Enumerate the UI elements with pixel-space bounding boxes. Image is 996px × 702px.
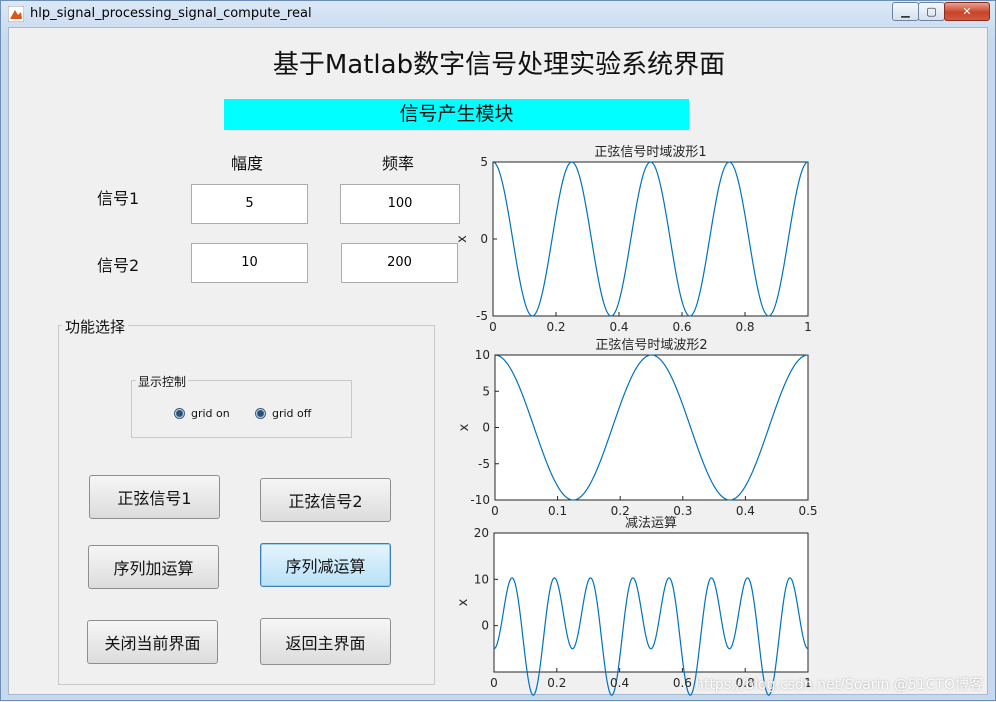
x-tick-label: 0 [490, 676, 498, 690]
y-axis-label: x [456, 598, 471, 606]
x-tick-label: 0.2 [547, 676, 566, 690]
plot-area-2 [494, 354, 809, 501]
y-tick-label: 5 [480, 155, 488, 169]
x-tick-label: 0 [489, 320, 497, 334]
x-tick-label: 0.4 [609, 320, 628, 334]
y-tick-label: -5 [476, 309, 488, 323]
y-tick-label: 20 [474, 526, 489, 540]
y-tick-label: -10 [470, 493, 490, 507]
y-tick-label: 10 [475, 348, 490, 362]
x-tick-label: 0.4 [736, 504, 755, 518]
x-tick-label: 1 [804, 320, 812, 334]
x-tick-label: 0.6 [672, 320, 691, 334]
x-tick-label: 0.8 [735, 320, 754, 334]
y-tick-label: 5 [482, 384, 490, 398]
chart-title-3: 减法运算 [625, 516, 677, 531]
plots-layer: 0 0.2 0.4 0.6 0.8 150-5正弦信号时域波形1x0 0.1 0.2 0.3 0.… [455, 144, 818, 696]
plot-area-1 [492, 161, 809, 317]
y-axis-label: x [455, 235, 470, 243]
x-tick-label: 0.5 [798, 504, 817, 518]
y-tick-label: 0 [481, 619, 489, 633]
x-tick-label: 0.6 [673, 676, 692, 690]
x-tick-label: 0.4 [610, 676, 629, 690]
y-tick-label: 0 [482, 421, 490, 435]
app-window: hlp_signal_processing_signal_compute_rea… [0, 0, 996, 701]
x-tick-label: 0.2 [546, 320, 565, 334]
y-tick-label: 10 [474, 572, 489, 586]
y-axis-label: x [457, 423, 472, 431]
chart-title-1: 正弦信号时域波形1 [594, 144, 706, 160]
y-tick-label: 0 [480, 232, 488, 246]
x-tick-label: 0.1 [548, 504, 567, 518]
chart-title-2: 正弦信号时域波形2 [595, 337, 707, 353]
watermark: https://blog.csdn.net/Soarin @51CTO博客 [695, 677, 983, 693]
y-tick-label: -5 [478, 457, 490, 471]
plot-area-3 [493, 532, 809, 673]
x-tick-label: 0 [491, 504, 499, 518]
